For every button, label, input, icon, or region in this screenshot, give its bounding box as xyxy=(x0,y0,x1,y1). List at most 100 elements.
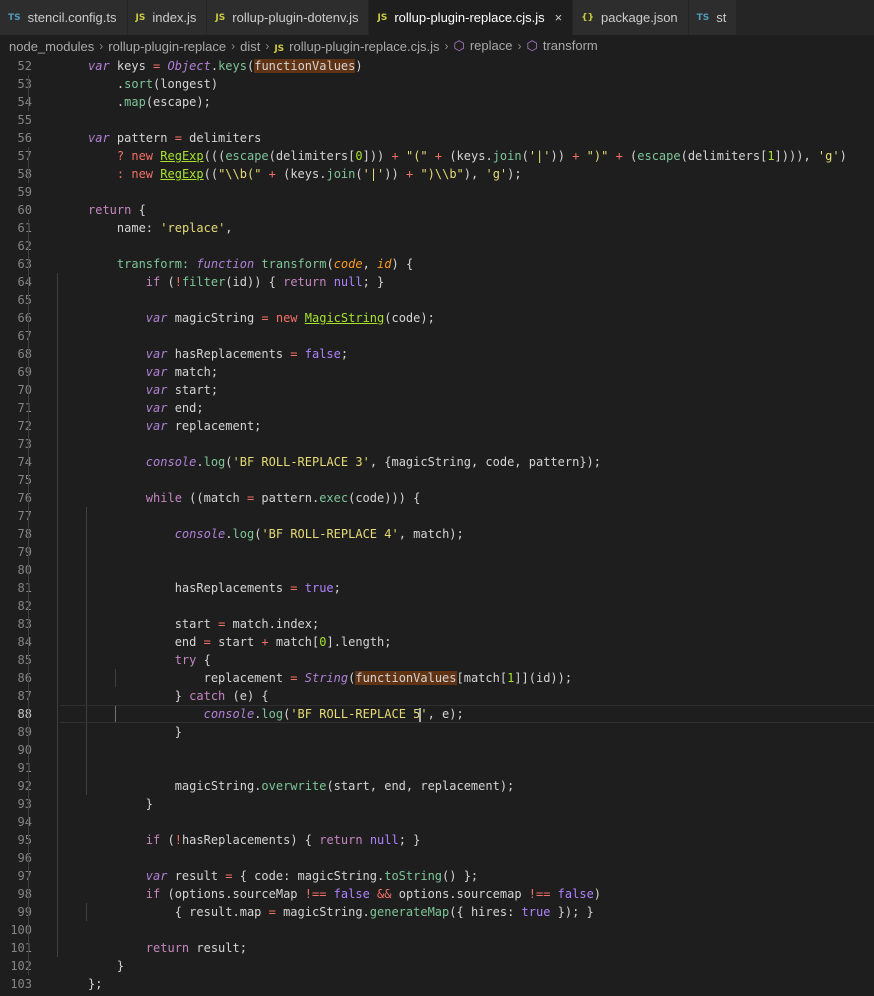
code-token: ].length; xyxy=(326,635,392,649)
indent-guide xyxy=(28,363,29,381)
code-editor[interactable]: 52 var keys = Object.keys(functionValues)… xyxy=(0,57,874,996)
code-text[interactable]: console.log('BF ROLL-REPLACE 4', match); xyxy=(60,525,874,543)
code-token: (code); xyxy=(384,311,435,325)
tab-index-js[interactable]: JS index.js xyxy=(127,0,208,35)
tab-rollup-plugin-replace-cjs-js[interactable]: JS rollup-plugin-replace.cjs.js × xyxy=(369,0,574,35)
code-token: log xyxy=(261,707,284,721)
code-text[interactable]: start = match.index; xyxy=(60,615,874,633)
code-token: 'replace' xyxy=(160,221,226,235)
code-token: ({ hires: xyxy=(449,905,522,919)
code-text[interactable] xyxy=(60,183,874,201)
code-text[interactable]: if (!filter(id)) { return null; } xyxy=(60,273,874,291)
code-text[interactable] xyxy=(60,507,874,525)
code-text[interactable]: end = start + match[0].length; xyxy=(60,633,874,651)
code-text[interactable]: var result = { code: magicString.toStrin… xyxy=(60,867,874,885)
close-icon[interactable]: × xyxy=(555,10,563,25)
code-token: ")\\b" xyxy=(420,167,464,181)
code-token: hasReplacements xyxy=(174,347,291,361)
code-text[interactable]: var start; xyxy=(60,381,874,399)
breadcrumb-item[interactable]: dist xyxy=(240,39,260,54)
code-text[interactable]: var magicString = new MagicString(code); xyxy=(60,309,874,327)
code-token: if xyxy=(145,833,168,847)
code-line: 97 var result = { code: magicString.toSt… xyxy=(0,867,874,885)
breadcrumb-item[interactable]: ⬡ transform xyxy=(526,38,597,54)
code-text[interactable]: var end; xyxy=(60,399,874,417)
breadcrumb-label: rollup-plugin-replace.cjs.js xyxy=(289,38,440,54)
breadcrumb-item[interactable]: node_modules xyxy=(9,39,94,54)
code-token: transform xyxy=(261,257,327,271)
code-text[interactable]: { result.map = magicString.generateMap({… xyxy=(60,903,874,921)
code-token: (e) { xyxy=(232,689,269,703)
code-text[interactable] xyxy=(60,471,874,489)
code-token: generateMap xyxy=(369,905,450,919)
code-token: . xyxy=(196,455,204,469)
code-text[interactable]: magicString.overwrite(start, end, replac… xyxy=(60,777,874,795)
code-text[interactable]: console.log('BF ROLL-REPLACE 3', {magicS… xyxy=(60,453,874,471)
code-text[interactable] xyxy=(60,237,874,255)
code-text[interactable] xyxy=(60,111,874,129)
tab-stencil-config-ts[interactable]: TS stencil.config.ts xyxy=(0,0,128,35)
indent-guide xyxy=(28,453,29,471)
code-text[interactable]: var hasReplacements = false; xyxy=(60,345,874,363)
code-token: , xyxy=(362,257,378,271)
indent-guide xyxy=(56,507,58,525)
code-text[interactable] xyxy=(60,561,874,579)
code-token: pattern. xyxy=(261,491,320,505)
code-text[interactable] xyxy=(60,291,874,309)
code-text[interactable]: try { xyxy=(60,651,874,669)
code-text[interactable]: .map(escape); xyxy=(60,93,874,111)
code-text[interactable]: if (!hasReplacements) { return null; } xyxy=(60,831,874,849)
code-line: 84 end = start + match[0].length; xyxy=(0,633,874,651)
code-text[interactable] xyxy=(60,759,874,777)
code-text[interactable]: : new RegExp(("\\b(" + (keys.join('|')) … xyxy=(60,165,874,183)
code-text[interactable]: } catch (e) { xyxy=(60,687,874,705)
code-text[interactable]: } xyxy=(60,795,874,813)
indent-guide xyxy=(56,453,58,471)
code-text[interactable]: var pattern = delimiters xyxy=(60,129,874,147)
tab-package-json[interactable]: {} package.json xyxy=(573,0,689,35)
code-text[interactable] xyxy=(60,597,874,615)
code-text[interactable]: hasReplacements = true; xyxy=(60,579,874,597)
code-text[interactable]: return { xyxy=(60,201,874,219)
code-text[interactable]: } xyxy=(60,723,874,741)
code-text[interactable]: name: 'replace', xyxy=(60,219,874,237)
code-text[interactable] xyxy=(60,813,874,831)
breadcrumb-item[interactable]: ⬡ replace xyxy=(453,38,512,54)
code-token: MagicString xyxy=(304,311,385,325)
code-text[interactable]: replacement = String(functionValues[matc… xyxy=(60,669,874,687)
code-text[interactable]: }; xyxy=(60,975,874,993)
indent-guide xyxy=(28,309,29,327)
code-text[interactable]: var replacement; xyxy=(60,417,874,435)
code-text[interactable] xyxy=(60,543,874,561)
code-text[interactable] xyxy=(60,921,874,939)
code-token: var xyxy=(145,365,175,379)
breadcrumb-item[interactable]: rollup-plugin-replace xyxy=(108,39,226,54)
code-token: , e); xyxy=(427,707,464,721)
code-token: return xyxy=(88,203,139,217)
breadcrumb-item[interactable]: JS rollup-plugin-replace.cjs.js xyxy=(274,39,439,54)
code-token: = xyxy=(203,635,219,649)
code-text[interactable]: transform: function transform(code, id) … xyxy=(60,255,874,273)
code-text[interactable]: var match; xyxy=(60,363,874,381)
code-text[interactable] xyxy=(60,435,874,453)
code-text[interactable] xyxy=(60,849,874,867)
code-text[interactable]: var keys = Object.keys(functionValues) xyxy=(60,57,874,75)
code-text[interactable] xyxy=(60,327,874,345)
code-text[interactable]: } xyxy=(60,957,874,975)
code-text[interactable]: while ((match = pattern.exec(code))) { xyxy=(60,489,874,507)
code-text[interactable]: ? new RegExp(((escape(delimiters[0])) + … xyxy=(60,147,874,165)
code-text[interactable] xyxy=(60,741,874,759)
code-text[interactable]: if (options.sourceMap !== false && optio… xyxy=(60,885,874,903)
code-token: ]](id)); xyxy=(514,671,573,685)
code-token: ( xyxy=(521,149,529,163)
tab-st[interactable]: TS st xyxy=(688,0,738,35)
code-text[interactable]: console.log('BF ROLL-REPLACE 5', e); xyxy=(60,705,874,723)
indent-guide xyxy=(56,687,58,705)
code-text[interactable]: return result; xyxy=(60,939,874,957)
code-token: return xyxy=(283,275,334,289)
code-text[interactable]: .sort(longest) xyxy=(60,75,874,93)
tab-rollup-plugin-dotenv-js[interactable]: JS rollup-plugin-dotenv.js xyxy=(207,0,370,35)
code-token: true xyxy=(304,581,334,595)
code-token: 'g' xyxy=(485,167,508,181)
indent-guide xyxy=(56,939,58,957)
